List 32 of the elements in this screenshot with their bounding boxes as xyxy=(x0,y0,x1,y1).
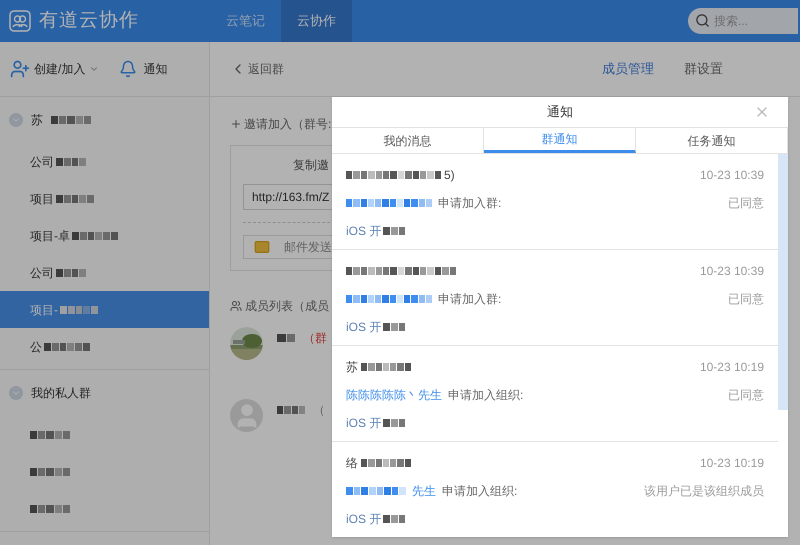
request-status: 已同意 xyxy=(728,387,764,404)
item-name: 项目-卓 xyxy=(30,228,70,244)
request-status: 已同意 xyxy=(728,291,764,308)
member-role: （ xyxy=(313,402,325,419)
invite-label: 邀请加入（群号: xyxy=(244,116,332,133)
notification-time: 10-23 10:19 xyxy=(700,455,764,472)
item-name: 公司 xyxy=(30,154,54,170)
notification-time: 10-23 10:39 xyxy=(700,263,764,280)
group-label: iOS 开 xyxy=(346,319,382,336)
item-name: 项目- xyxy=(30,302,58,318)
notification-title: 络 xyxy=(346,455,358,472)
notification-title: 苏 xyxy=(346,359,358,376)
notification-title: 5) xyxy=(444,167,455,184)
item-name: 项目 xyxy=(30,190,54,208)
request-text: 申请加入组织: xyxy=(448,387,524,404)
dialog-title: 通知 xyxy=(547,103,573,122)
notification-time: 10-23 10:19 xyxy=(700,359,764,376)
group-label: iOS 开 xyxy=(346,511,382,528)
group-label: iOS 开 xyxy=(346,415,382,432)
member-role: （群 xyxy=(303,330,327,347)
item-name: 公司 xyxy=(30,264,54,282)
request-text: 申请加入群: xyxy=(438,291,502,308)
members-title: 成员列表（成员 xyxy=(245,298,329,315)
request-text: 申请加入群: xyxy=(438,195,502,212)
notification-time: 10-23 10:39 xyxy=(700,167,764,184)
copy-invite-title: 复制邀 xyxy=(292,157,330,174)
item-name: 公 xyxy=(30,338,42,356)
group-label: iOS 开 xyxy=(346,223,382,240)
request-status: 已同意 xyxy=(728,195,764,212)
app-name: 有道云协作 xyxy=(39,8,139,33)
request-status: 该用户已是该组织成员 xyxy=(644,483,764,500)
request-text: 申请加入组织: xyxy=(442,483,518,500)
